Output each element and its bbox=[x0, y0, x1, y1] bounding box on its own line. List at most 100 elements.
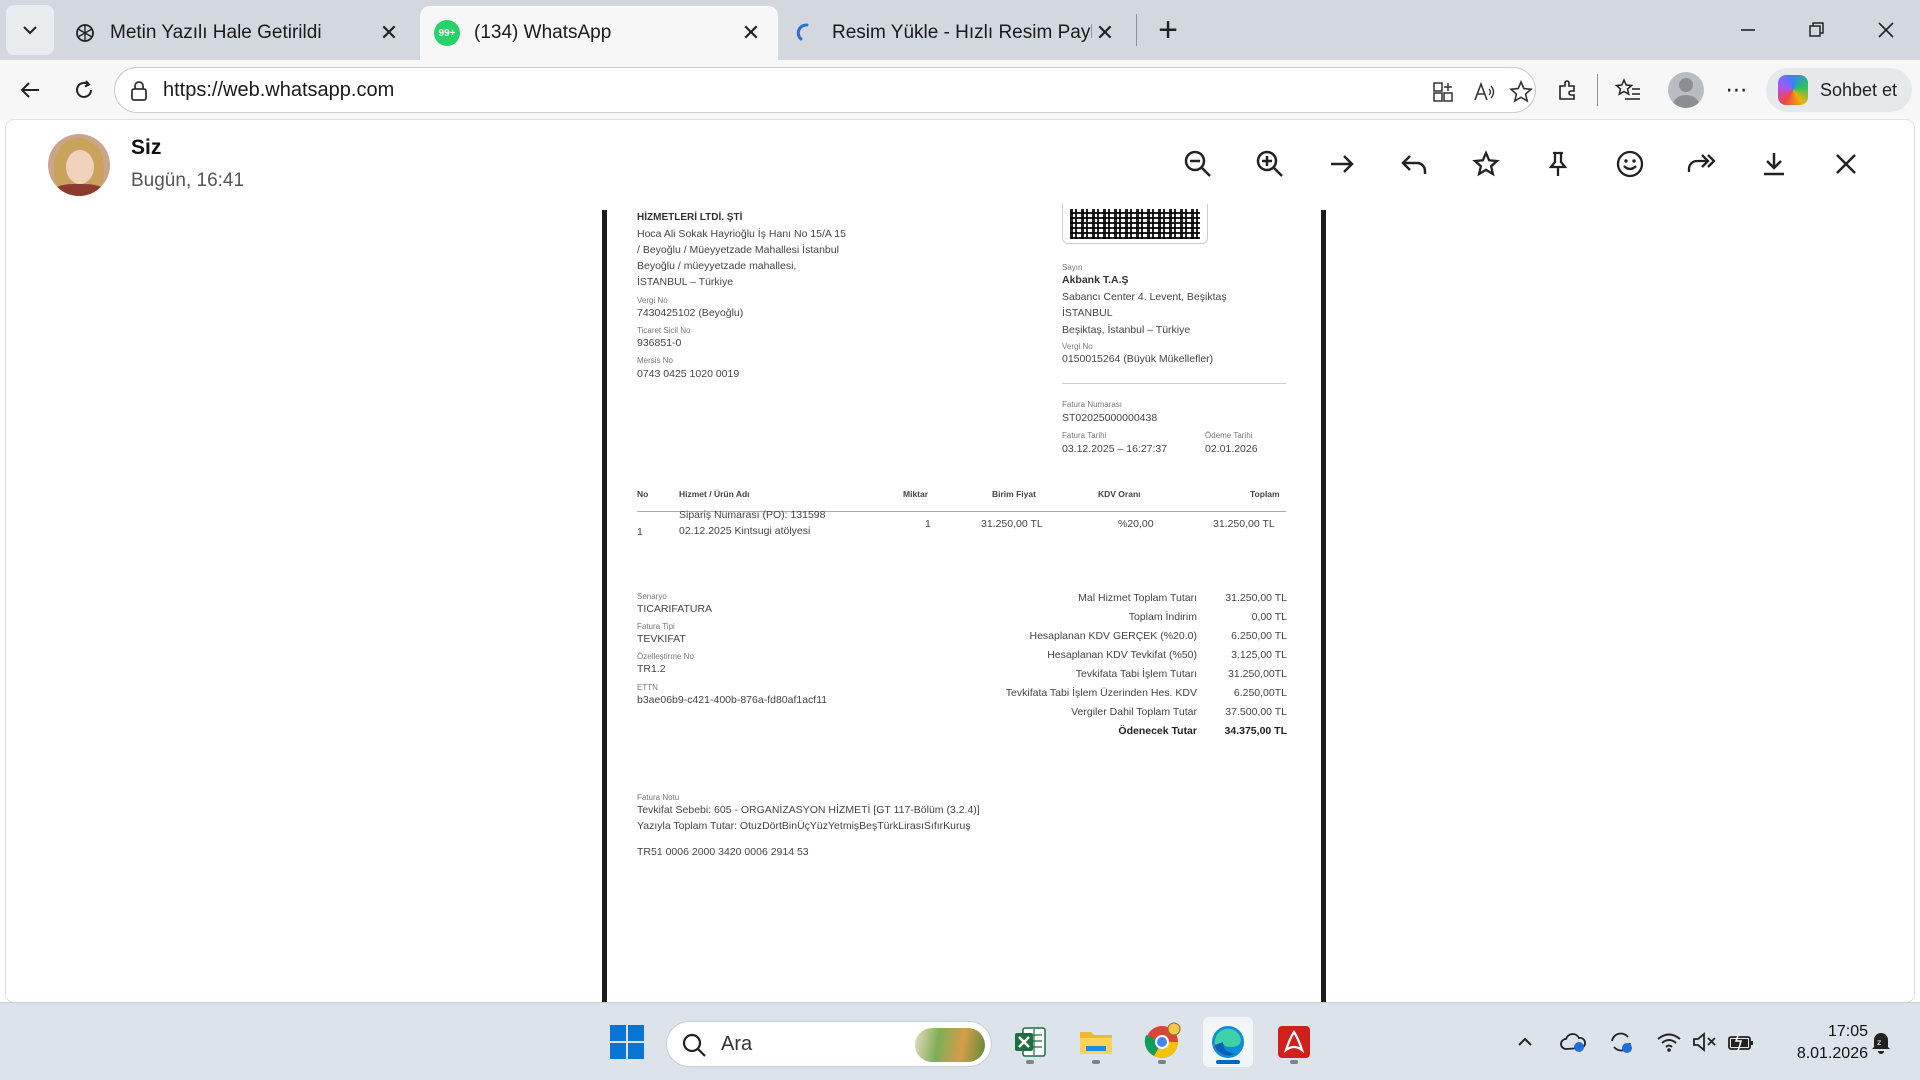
settings-more-button[interactable]: ⋯ bbox=[1717, 70, 1757, 110]
edge-icon bbox=[1212, 1026, 1244, 1058]
star-message-button[interactable] bbox=[1466, 144, 1506, 184]
address-bar[interactable]: https://web.whatsapp.com bbox=[114, 67, 1536, 113]
tab-whatsapp[interactable]: 99+ (134) WhatsApp ✕ bbox=[420, 6, 778, 60]
invoice-date-label: Fatura Tarihi bbox=[1062, 431, 1107, 440]
invoice-type-label: Fatura Tipi bbox=[637, 622, 675, 631]
taskbar-excel[interactable] bbox=[1005, 1017, 1055, 1067]
taskbar-clock[interactable]: 17:05 8.01.2026 bbox=[1768, 1021, 1868, 1065]
minimize-window-button[interactable] bbox=[1728, 10, 1768, 50]
app-available-button[interactable] bbox=[1429, 78, 1457, 106]
pin-button[interactable] bbox=[1538, 144, 1578, 184]
copilot-icon bbox=[1778, 75, 1808, 105]
tray-volume[interactable] bbox=[1690, 1027, 1720, 1057]
chevron-up-icon bbox=[1518, 1037, 1532, 1046]
buyer-name: Akbank T.A.Ş bbox=[1062, 274, 1129, 286]
taskbar-acrobat[interactable] bbox=[1269, 1017, 1319, 1067]
tray-onedrive[interactable] bbox=[1558, 1027, 1588, 1057]
total-row: Tevkifata Tabi İşlem Tutarı 31.250,00TL bbox=[877, 668, 1287, 687]
media-viewer-header: Siz Bugün, 16:41 bbox=[6, 120, 1914, 208]
seller-address-line: Beyoğlu / müeyyetzade mahallesi, bbox=[637, 260, 797, 272]
close-window-button[interactable] bbox=[1866, 10, 1906, 50]
wifi-icon bbox=[1657, 1033, 1681, 1052]
extensions-button[interactable] bbox=[1548, 70, 1588, 110]
tray-sync[interactable] bbox=[1606, 1027, 1636, 1057]
chrome-icon bbox=[1144, 1022, 1181, 1059]
download-button[interactable] bbox=[1754, 144, 1794, 184]
read-aloud-button[interactable] bbox=[1471, 78, 1499, 106]
forward-button[interactable] bbox=[1682, 144, 1722, 184]
taskbar-file-explorer[interactable] bbox=[1071, 1017, 1121, 1067]
loading-icon bbox=[796, 23, 809, 41]
table-header-vat: KDV Oranı bbox=[1098, 489, 1141, 499]
close-icon bbox=[1836, 154, 1856, 174]
download-icon bbox=[1764, 153, 1784, 176]
copilot-label: Sohbet et bbox=[1820, 79, 1898, 100]
svg-text:z: z bbox=[1877, 1038, 1881, 1047]
close-tab-icon[interactable]: ✕ bbox=[1092, 20, 1118, 46]
url-text[interactable]: https://web.whatsapp.com bbox=[163, 79, 394, 102]
copilot-chat-button[interactable]: Sohbet et bbox=[1766, 68, 1912, 112]
zoom-in-button[interactable] bbox=[1250, 144, 1290, 184]
taskbar-search[interactable]: Ara bbox=[666, 1021, 992, 1067]
buyer-tax-label: Vergi No bbox=[1062, 342, 1093, 351]
more-horizontal-icon: ⋯ bbox=[1725, 77, 1749, 102]
invoice-image[interactable]: HİZMETLERİ LTDİ. ŞTİ Hoca Ali Sokak Hayr… bbox=[602, 204, 1326, 1002]
row-total: 31.250,00 TL bbox=[1213, 518, 1275, 530]
total-value: 0,00 TL bbox=[1251, 611, 1287, 623]
reply-button[interactable] bbox=[1394, 144, 1434, 184]
browser-toolbar: https://web.whatsapp.com ⋯ Sohbet et bbox=[0, 60, 1920, 120]
custom-no-label: Özelleştirme No bbox=[637, 652, 694, 661]
zoom-in-icon bbox=[1256, 150, 1283, 177]
favorite-button[interactable] bbox=[1507, 78, 1535, 106]
total-row: Hesaplanan KDV GERÇEK (%20.0) 6.250,00 TL bbox=[877, 630, 1288, 649]
start-button[interactable] bbox=[602, 1017, 652, 1067]
profile-avatar[interactable] bbox=[1668, 72, 1704, 108]
total-label: Tevkifata Tabi İşlem Üzerinden Hes. KDV bbox=[1005, 687, 1197, 699]
seller-tax-no: 7430425102 (Beyoğlu) bbox=[637, 307, 744, 319]
total-row: Vergiler Dahil Toplam Tutar 37.500,00 TL bbox=[877, 706, 1287, 725]
tab-actions-menu-button[interactable] bbox=[6, 5, 54, 55]
close-viewer-button[interactable] bbox=[1826, 144, 1866, 184]
favorites-list-icon bbox=[1615, 78, 1640, 100]
close-tab-icon[interactable]: ✕ bbox=[376, 20, 402, 46]
back-button[interactable] bbox=[10, 70, 50, 110]
folder-icon bbox=[1080, 1032, 1112, 1054]
restore-window-button[interactable] bbox=[1796, 10, 1836, 50]
whatsapp-icon: 99+ bbox=[434, 20, 460, 46]
tab-resim-yukle[interactable]: Resim Yükle - Hızlı Resim Paylaş - I ✕ bbox=[782, 6, 1132, 60]
clock-time: 17:05 bbox=[1827, 1023, 1868, 1040]
avatar[interactable] bbox=[48, 134, 110, 196]
row-unit-price: 31.250,00 TL bbox=[981, 518, 1043, 530]
close-tab-icon[interactable]: ✕ bbox=[738, 20, 764, 46]
bell-icon: z bbox=[1872, 1033, 1890, 1054]
chevron-down-icon bbox=[23, 26, 37, 35]
react-button[interactable] bbox=[1610, 144, 1650, 184]
restore-icon bbox=[1809, 22, 1824, 37]
total-value: 31.250,00 TL bbox=[1225, 592, 1287, 604]
message-timestamp: Bugün, 16:41 bbox=[131, 170, 245, 191]
divider bbox=[1062, 383, 1286, 384]
windows-taskbar: Ara 17:05 8.01.2026 z bbox=[0, 1002, 1920, 1080]
go-to-message-button[interactable] bbox=[1322, 144, 1362, 184]
acrobat-icon bbox=[1278, 1026, 1310, 1058]
invoice-type: TEVKIFAT bbox=[637, 633, 686, 645]
new-tab-button[interactable]: + bbox=[1150, 11, 1186, 49]
total-value: 6.250,00 TL bbox=[1231, 630, 1287, 642]
refresh-button[interactable] bbox=[64, 70, 104, 110]
taskbar-edge[interactable] bbox=[1203, 1017, 1253, 1067]
zoom-out-button[interactable] bbox=[1178, 144, 1218, 184]
sender-name: Siz bbox=[131, 136, 162, 159]
favorites-button[interactable] bbox=[1608, 70, 1648, 110]
total-value: 31.250,00TL bbox=[1228, 668, 1287, 680]
show-hidden-icons-button[interactable] bbox=[1510, 1027, 1540, 1057]
buyer-address-line: Beşiktaş, İstanbul – Türkiye bbox=[1062, 324, 1191, 336]
taskbar-chrome[interactable] bbox=[1137, 1017, 1187, 1067]
notifications-button[interactable]: z bbox=[1866, 1027, 1896, 1057]
tab-chatgpt[interactable]: Metin Yazılı Hale Getirildi ✕ bbox=[60, 6, 416, 60]
active-indicator bbox=[1216, 1060, 1240, 1064]
refresh-icon bbox=[76, 80, 92, 98]
tray-battery[interactable] bbox=[1726, 1027, 1756, 1057]
seller-address-line: Hoca Ali Sokak Hayrioğlu İş Hanı No 15/A… bbox=[637, 228, 846, 240]
tray-wifi[interactable] bbox=[1654, 1027, 1684, 1057]
row-no: 1 bbox=[637, 526, 643, 538]
